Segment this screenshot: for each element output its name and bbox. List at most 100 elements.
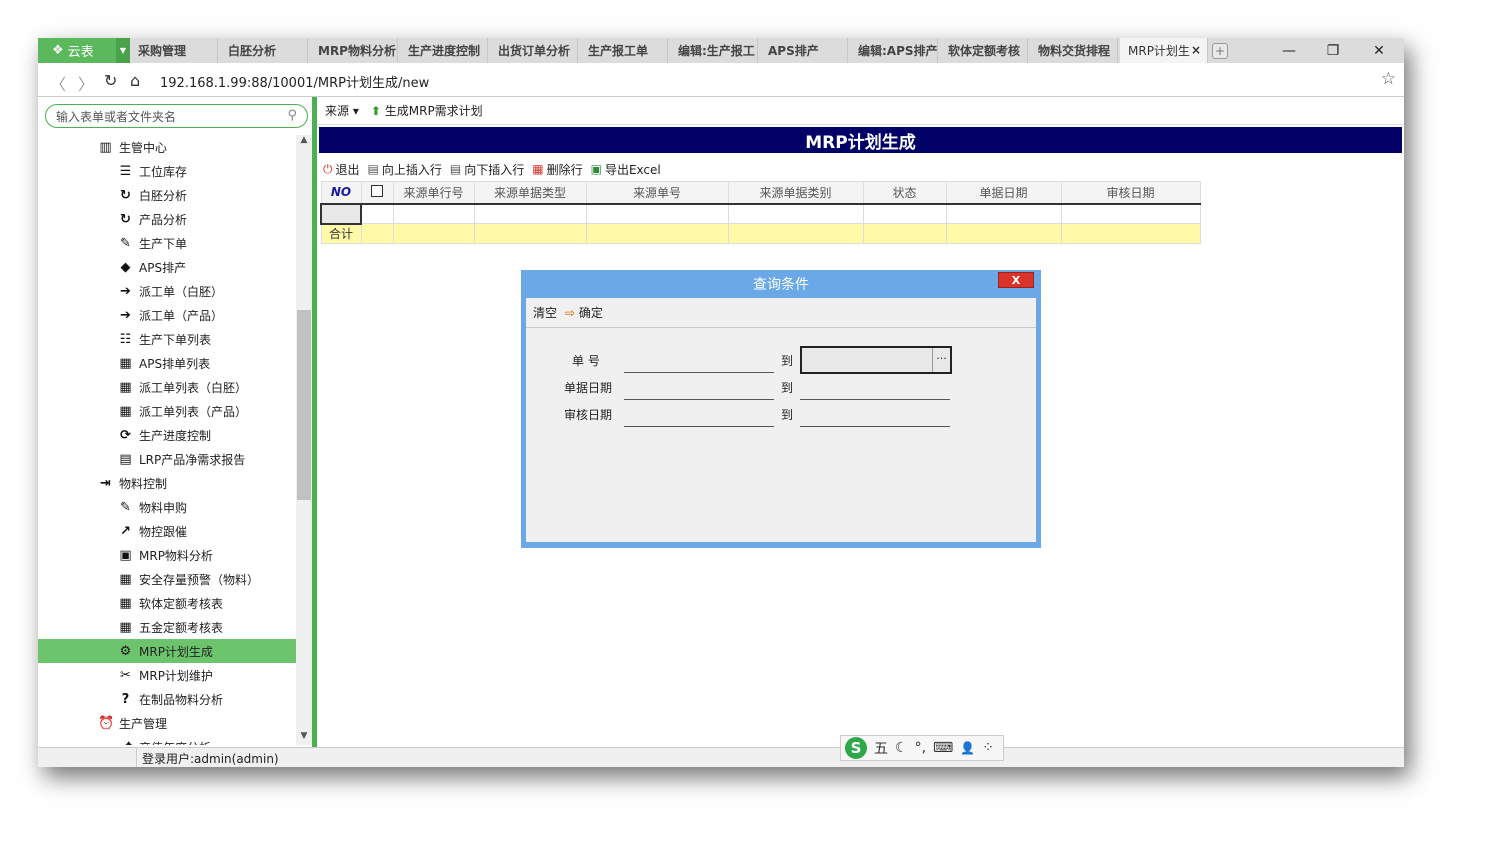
browser-tab[interactable]: 物料交货排程 bbox=[1030, 38, 1118, 63]
sidebar-item[interactable]: ➔ 派工单（产品） bbox=[38, 303, 296, 327]
select-all-checkbox[interactable] bbox=[360, 181, 394, 205]
source-dropdown[interactable]: 来源 ▾ bbox=[325, 102, 359, 119]
sidebar-item[interactable]: ▦ 派工单列表（白胚） bbox=[38, 375, 296, 399]
sidebar-item[interactable]: ▣ MRP物料分析 bbox=[38, 543, 296, 567]
sidebar-item[interactable]: ➔ 派工单（白胚） bbox=[38, 279, 296, 303]
query-from-input[interactable] bbox=[624, 399, 774, 400]
search-icon[interactable]: ⚲ bbox=[287, 108, 297, 123]
query-to-input[interactable] bbox=[800, 399, 950, 400]
column-header[interactable]: 来源单据类型 bbox=[473, 181, 587, 205]
sidebar-item[interactable]: ⚙ MRP计划生成 bbox=[38, 639, 296, 663]
punctuation-icon[interactable]: °, bbox=[915, 740, 926, 756]
minimize-button[interactable]: — bbox=[1266, 38, 1312, 63]
grid-toolbar-button[interactable]: ▣ 导出Excel bbox=[591, 161, 661, 178]
checkbox-cell[interactable] bbox=[360, 203, 394, 224]
query-from-input[interactable] bbox=[624, 426, 774, 427]
sidebar-item[interactable]: ↗ 物控跟催 bbox=[38, 519, 296, 543]
bookmark-star-icon[interactable]: ☆ bbox=[1381, 69, 1396, 89]
grid-cell[interactable] bbox=[1060, 203, 1201, 224]
sidebar-item[interactable]: ↻ 产品分析 bbox=[38, 207, 296, 231]
grid-cell[interactable] bbox=[392, 203, 475, 224]
sogou-logo-icon[interactable]: S bbox=[845, 737, 867, 759]
grid-cell[interactable] bbox=[945, 203, 1062, 224]
browser-tab[interactable]: 采购管理 bbox=[130, 38, 218, 63]
grid-cell[interactable] bbox=[473, 203, 587, 224]
forward-arrow-icon[interactable]: 〉 bbox=[78, 71, 94, 95]
sidebar-scrollbar[interactable]: ▲ ▼ bbox=[296, 135, 312, 745]
browser-tab[interactable]: APS排产 bbox=[760, 38, 848, 63]
grid-toolbar-button[interactable]: ⏻ 退出 bbox=[323, 161, 360, 178]
column-header[interactable]: 审核日期 bbox=[1060, 181, 1201, 205]
sidebar-item[interactable]: ▤ LRP产品净需求报告 bbox=[38, 447, 296, 471]
generate-mrp-button[interactable]: ⬆ 生成MRP需求计划 bbox=[371, 102, 483, 119]
scroll-up-icon[interactable]: ▲ bbox=[296, 135, 312, 149]
sidebar-item[interactable]: ▦ APS排单列表 bbox=[38, 351, 296, 375]
sidebar-item[interactable]: ▦ 五金定额考核表 bbox=[38, 615, 296, 639]
query-to-input[interactable] bbox=[800, 426, 950, 427]
sidebar-item[interactable]: ↻ 白胚分析 bbox=[38, 183, 296, 207]
maximize-button[interactable]: ❐ bbox=[1310, 38, 1356, 63]
back-arrow-icon[interactable]: 〈 bbox=[50, 71, 66, 95]
grid-toolbar-button[interactable]: ▦ 删除行 bbox=[532, 161, 582, 178]
moon-icon[interactable]: ☾ bbox=[895, 740, 908, 756]
url-field[interactable]: 192.168.1.99:88/10001/MRP计划生成/new bbox=[160, 72, 429, 91]
query-from-input[interactable] bbox=[624, 372, 774, 373]
home-icon[interactable]: ⌂ bbox=[130, 71, 140, 90]
column-header[interactable]: 来源单号 bbox=[585, 181, 729, 205]
confirm-label: 确定 bbox=[578, 306, 603, 320]
ime-toolbar[interactable]: S 五 ☾ °, ⌨ 👤 ⁘ bbox=[840, 735, 1004, 761]
picker-button[interactable]: ··· bbox=[932, 348, 950, 372]
grid-toolbar-button[interactable]: ▤ 向下插入行 bbox=[450, 161, 524, 178]
sidebar-item[interactable]: ⤴ 产值年度分析 bbox=[38, 735, 296, 746]
sidebar-item[interactable]: ✎ 物料申购 bbox=[38, 495, 296, 519]
browser-tab[interactable]: 编辑:生产报工 bbox=[670, 38, 758, 63]
reload-icon[interactable]: ↻ bbox=[104, 71, 117, 90]
logo-dropdown-icon[interactable]: ▼ bbox=[116, 38, 130, 63]
sidebar-item[interactable]: ? 在制品物料分析 bbox=[38, 687, 296, 711]
sidebar-item[interactable]: ⏰ 生产管理 bbox=[98, 711, 296, 735]
browser-tab[interactable]: MRP物料分析 bbox=[310, 38, 398, 63]
browser-tab[interactable]: 生产报工单 bbox=[580, 38, 668, 63]
close-window-button[interactable]: ✕ bbox=[1356, 38, 1402, 63]
grid-toolbar-button[interactable]: ▤ 向上插入行 bbox=[368, 161, 442, 178]
keyboard-icon[interactable]: ⌨ bbox=[933, 740, 953, 756]
column-header[interactable]: 状态 bbox=[862, 181, 947, 205]
row-number-cell[interactable] bbox=[320, 202, 362, 225]
sidebar-item[interactable]: ▦ 安全存量预警（物料） bbox=[38, 567, 296, 591]
sidebar-item[interactable]: ☰ 工位库存 bbox=[38, 159, 296, 183]
confirm-button[interactable]: ⇨ 确定 bbox=[565, 304, 603, 321]
column-header[interactable]: 来源单行号 bbox=[392, 181, 475, 205]
scroll-down-icon[interactable]: ▼ bbox=[296, 731, 312, 745]
dialog-close-button[interactable]: X bbox=[998, 272, 1034, 288]
sidebar-item[interactable]: ▥ 生管中心 bbox=[98, 135, 296, 159]
grid-cell[interactable] bbox=[727, 203, 864, 224]
browser-tab[interactable]: 编辑:APS排产 bbox=[850, 38, 938, 63]
table-row[interactable] bbox=[320, 202, 1201, 225]
user-icon[interactable]: 👤 bbox=[960, 741, 975, 755]
grid-cell[interactable] bbox=[585, 203, 729, 224]
new-tab-button[interactable]: + bbox=[1212, 43, 1228, 59]
browser-tab[interactable]: 白胚分析 bbox=[220, 38, 308, 63]
apps-icon[interactable]: ⁘ bbox=[982, 740, 994, 756]
sidebar-item[interactable]: ✎ 生产下单 bbox=[38, 231, 296, 255]
sidebar-item[interactable]: ⇥ 物料控制 bbox=[98, 471, 296, 495]
ime-mode[interactable]: 五 bbox=[874, 738, 888, 758]
sidebar-item[interactable]: ◆ APS排产 bbox=[38, 255, 296, 279]
browser-tab[interactable]: 出货订单分析 bbox=[490, 38, 578, 63]
sidebar-item[interactable]: ▦ 派工单列表（产品） bbox=[38, 399, 296, 423]
grid-cell[interactable] bbox=[862, 203, 947, 224]
column-header[interactable]: 来源单据类别 bbox=[727, 181, 864, 205]
tab-close-icon[interactable]: × bbox=[1191, 43, 1201, 57]
column-header[interactable]: 单据日期 bbox=[945, 181, 1062, 205]
sidebar-search-input[interactable]: 输入表单或者文件夹名 ⚲ bbox=[45, 104, 308, 128]
sidebar-item[interactable]: ✂ MRP计划维护 bbox=[38, 663, 296, 687]
sidebar-item[interactable]: ⟳ 生产进度控制 bbox=[38, 423, 296, 447]
scrollbar-thumb[interactable] bbox=[297, 310, 311, 500]
browser-tab[interactable]: MRP计划生 × bbox=[1120, 38, 1208, 63]
browser-tab[interactable]: 生产进度控制 bbox=[400, 38, 488, 63]
clear-button[interactable]: 清空 bbox=[533, 304, 557, 321]
browser-tab[interactable]: 软体定额考核 bbox=[940, 38, 1028, 63]
sidebar-item[interactable]: ☷ 生产下单列表 bbox=[38, 327, 296, 351]
sidebar-item[interactable]: ▦ 软体定额考核表 bbox=[38, 591, 296, 615]
order-number-to-field[interactable]: ··· bbox=[800, 346, 952, 374]
